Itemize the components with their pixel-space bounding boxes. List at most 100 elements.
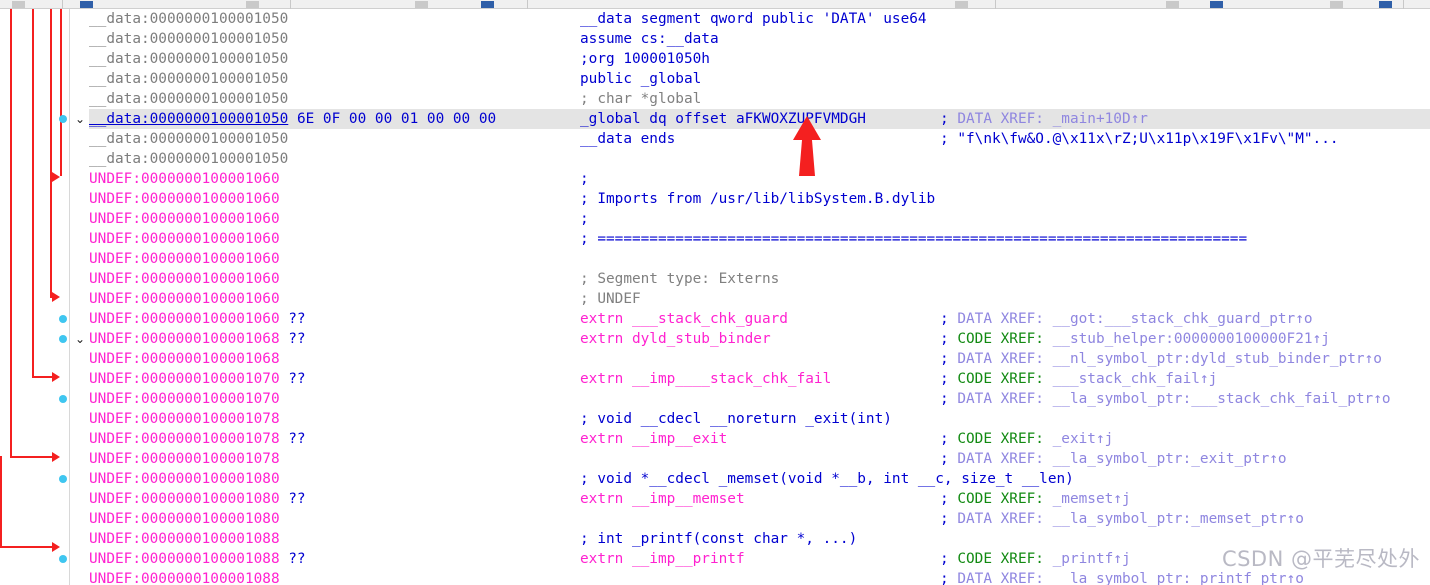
toolbar-button[interactable]	[80, 1, 93, 8]
listing-row[interactable]: UNDEF:0000000100001070 ; DATA XREF: __la_…	[89, 389, 1430, 409]
xref-arrow-line	[0, 546, 53, 548]
listing-address: UNDEF:0000000100001080	[89, 491, 280, 507]
xref-target-dot[interactable]	[59, 115, 67, 123]
toolbar-button[interactable]	[481, 1, 494, 8]
listing-row[interactable]: UNDEF:0000000100001068 ?? extrn dyld_stub…	[89, 329, 1430, 349]
chevron-down-icon[interactable]: ⌄	[73, 109, 87, 129]
listing-row[interactable]: UNDEF:0000000100001070 ?? extrn __imp____…	[89, 369, 1430, 389]
listing-comment: ; "f\nk\fw&O.@\x11x\rZ;U\x11p\x19F\x1Fv\…	[940, 131, 1339, 147]
listing-code: ; void __cdecl __noreturn _exit(int)	[580, 411, 892, 427]
listing-row[interactable]: UNDEF:0000000100001068 ; DATA XREF: __nl_…	[89, 349, 1430, 369]
listing-address: __data:0000000100001050	[89, 11, 289, 27]
listing-row[interactable]: __data:0000000100001050 6E 0F 00 00 01 0…	[89, 109, 1430, 129]
toolbar-button[interactable]	[1166, 1, 1179, 8]
xref-target-dot[interactable]	[59, 555, 67, 563]
listing-row[interactable]: UNDEF:0000000100001060 ?? extrn ___stack_…	[89, 309, 1430, 329]
listing-row[interactable]: UNDEF:0000000100001088 ?? extrn __imp__pr…	[89, 549, 1430, 569]
listing-address: __data:0000000100001050	[89, 111, 289, 127]
disassembly-listing[interactable]: __data:0000000100001050 __data segment qw…	[89, 9, 1430, 585]
listing-comment: ; CODE XREF: _exit↑j	[940, 431, 1114, 447]
xref-arrow-line	[32, 9, 34, 376]
xref-target-dot[interactable]	[59, 315, 67, 323]
toolbar[interactable]	[0, 0, 1430, 9]
listing-comment: ; CODE XREF: _printf↑j	[940, 551, 1131, 567]
xref-arrow-line	[60, 9, 62, 176]
toolbar-button[interactable]	[1330, 1, 1343, 8]
listing-row[interactable]: UNDEF:0000000100001078 ; DATA XREF: __la_…	[89, 449, 1430, 469]
toolbar-button[interactable]	[246, 1, 259, 8]
listing-row[interactable]: UNDEF:0000000100001060	[89, 249, 1430, 269]
ida-disassembly-window: ⌄ ⌄ __data:0000000100001050 __data segment…	[0, 0, 1430, 585]
listing-bytes: 6E 0F 00 00 01 00 00 00	[288, 111, 497, 127]
listing-code: extrn dyld_stub_binder	[580, 331, 771, 347]
listing-address: UNDEF:0000000100001080	[89, 471, 280, 487]
xref-arrowhead-icon	[52, 542, 60, 552]
listing-address: UNDEF:0000000100001060	[89, 231, 280, 247]
listing-row[interactable]: UNDEF:0000000100001060 ; UNDEF	[89, 289, 1430, 309]
listing-code: assume cs:__data	[580, 31, 719, 47]
listing-address: UNDEF:0000000100001088	[89, 551, 280, 567]
listing-row[interactable]: UNDEF:0000000100001060;	[89, 209, 1430, 229]
listing-row[interactable]: UNDEF:0000000100001088 ; int _printf(cons…	[89, 529, 1430, 549]
listing-code: ; ======================================…	[580, 231, 1248, 247]
listing-address: UNDEF:0000000100001060	[89, 191, 280, 207]
toolbar-button[interactable]	[1379, 1, 1392, 8]
listing-code: ; Imports from /usr/lib/libSystem.B.dyli…	[580, 191, 936, 207]
listing-row[interactable]: UNDEF:0000000100001078 ?? extrn __imp__ex…	[89, 429, 1430, 449]
listing-address: __data:0000000100001050	[89, 131, 289, 147]
toolbar-button[interactable]	[415, 1, 428, 8]
listing-code: extrn ___stack_chk_guard	[580, 311, 788, 327]
xref-target-dot[interactable]	[59, 395, 67, 403]
xref-target-dot[interactable]	[59, 475, 67, 483]
listing-code: ; void *__cdecl _memset(void *__b, int _…	[580, 471, 1074, 487]
listing-comment: ; DATA XREF: __la_symbol_ptr:_exit_ptr↑o	[940, 451, 1287, 467]
listing-comment: ; DATA XREF: __nl_symbol_ptr:dyld_stub_b…	[940, 351, 1382, 367]
listing-address: UNDEF:0000000100001060	[89, 251, 280, 267]
listing-row[interactable]: UNDEF:0000000100001088 ; DATA XREF: __la_…	[89, 569, 1430, 585]
xref-arrow-line	[50, 9, 52, 296]
listing-row[interactable]: UNDEF:0000000100001080 ; void *__cdecl _m…	[89, 469, 1430, 489]
listing-row[interactable]: UNDEF:0000000100001060 ; Imports from /us…	[89, 189, 1430, 209]
listing-address: UNDEF:0000000100001088	[89, 531, 280, 547]
listing-row[interactable]: UNDEF:0000000100001060;	[89, 169, 1430, 189]
listing-row[interactable]: UNDEF:0000000100001060 ; ================…	[89, 229, 1430, 249]
listing-row[interactable]: __data:0000000100001050	[89, 149, 1430, 169]
listing-comment: ; DATA XREF: _main+10D↑r	[940, 111, 1148, 127]
listing-address: UNDEF:0000000100001078	[89, 451, 280, 467]
listing-address: UNDEF:0000000100001060	[89, 211, 280, 227]
xref-arrow-line	[32, 376, 53, 378]
chevron-down-icon[interactable]: ⌄	[73, 329, 87, 349]
listing-code: ;	[580, 171, 589, 187]
listing-row[interactable]: __data:0000000100001050 __data segment qw…	[89, 9, 1430, 29]
listing-row[interactable]: UNDEF:0000000100001078 ; void __cdecl __n…	[89, 409, 1430, 429]
toolbar-button[interactable]	[12, 1, 25, 8]
listing-code: extrn __imp____stack_chk_fail	[580, 371, 832, 387]
listing-address: __data:0000000100001050	[89, 51, 289, 67]
xref-arrow-panel[interactable]	[0, 9, 70, 585]
listing-row[interactable]: UNDEF:0000000100001060 ; Segment type: Ex…	[89, 269, 1430, 289]
listing-code: _global dq offset aFKWOXZUPFVMDGH	[580, 111, 866, 127]
xref-target-dot[interactable]	[59, 335, 67, 343]
listing-code: ; int _printf(const char *, ...)	[580, 531, 858, 547]
listing-address: UNDEF:0000000100001060	[89, 311, 280, 327]
xref-arrowhead-icon	[52, 172, 60, 182]
toolbar-button[interactable]	[1210, 1, 1223, 8]
listing-code: __data segment qword public 'DATA' use64	[580, 11, 927, 27]
listing-row[interactable]: __data:0000000100001050 __data ends ; "f\n…	[89, 129, 1430, 149]
listing-row[interactable]: __data:0000000100001050 public _global	[89, 69, 1430, 89]
listing-comment: ; DATA XREF: __got:___stack_chk_guard_pt…	[940, 311, 1313, 327]
listing-row[interactable]: UNDEF:0000000100001080 ; DATA XREF: __la_…	[89, 509, 1430, 529]
xref-arrow-line	[10, 9, 12, 456]
toolbar-button[interactable]	[955, 1, 968, 8]
listing-bytes: ??	[279, 551, 306, 567]
xref-arrowhead-icon	[52, 292, 60, 302]
listing-comment: ; DATA XREF: __la_symbol_ptr:___stack_ch…	[940, 391, 1391, 407]
collapse-gutter[interactable]: ⌄ ⌄	[71, 9, 89, 585]
listing-address: UNDEF:0000000100001068	[89, 331, 280, 347]
listing-row[interactable]: __data:0000000100001050 ; char *global	[89, 89, 1430, 109]
listing-bytes: ??	[279, 311, 306, 327]
listing-row[interactable]: UNDEF:0000000100001080 ?? extrn __imp__me…	[89, 489, 1430, 509]
listing-row[interactable]: __data:0000000100001050 ;org 100001050h	[89, 49, 1430, 69]
listing-row[interactable]: __data:0000000100001050 assume cs:__data	[89, 29, 1430, 49]
listing-address: UNDEF:0000000100001088	[89, 571, 280, 585]
